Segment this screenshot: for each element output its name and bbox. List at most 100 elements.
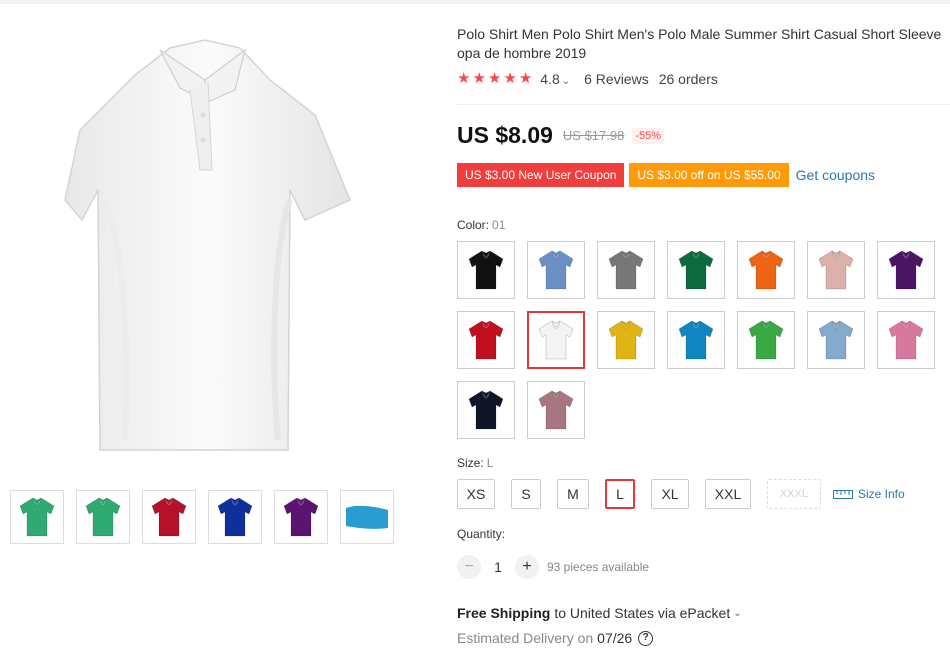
- navy-polo-swatch-icon: [468, 390, 504, 430]
- size-option-l[interactable]: L: [605, 479, 635, 509]
- ruler-icon: [833, 490, 853, 499]
- size-label: Size: L: [457, 456, 493, 470]
- color-option-15[interactable]: [457, 381, 515, 439]
- color-option-4[interactable]: [667, 241, 725, 299]
- free-shipping-label: Free Shipping: [457, 605, 551, 621]
- get-coupons-link[interactable]: Get coupons: [796, 167, 875, 183]
- pieces-available: 93 pieces available: [547, 560, 650, 574]
- shipping-destination: to United States via ePacket: [554, 605, 731, 621]
- black-polo-swatch-icon: [468, 250, 504, 290]
- current-price: US $8.09: [457, 122, 553, 148]
- color-option-11[interactable]: [667, 311, 725, 369]
- size-option-xl[interactable]: XL: [651, 479, 689, 509]
- purple-polo-shirt-icon: [283, 497, 319, 537]
- star-icon: ★: [487, 70, 502, 87]
- color-option-6[interactable]: [807, 241, 865, 299]
- color-option-16[interactable]: [527, 381, 585, 439]
- coupon-row: US $3.00 New User Coupon US $3.00 off on…: [457, 163, 875, 187]
- size-option-xs[interactable]: XS: [457, 479, 495, 509]
- thumbnail-4[interactable]: [208, 490, 262, 544]
- size-selected-value: L: [486, 456, 494, 470]
- white-polo-shirt-icon: [64, 39, 351, 451]
- color-option-9[interactable]: [527, 311, 585, 369]
- divider: [457, 104, 950, 105]
- chevron-down-icon: ⌄: [733, 607, 742, 619]
- quantity-increase-button[interactable]: +: [515, 555, 539, 579]
- thumbnail-strip: [10, 490, 394, 544]
- rating-row: ★ ★ ★ ★ ★ 4.8 ⌄ 6 Reviews 26 orders: [457, 71, 718, 88]
- rose-polo-swatch-icon: [888, 320, 924, 360]
- red-polo-shirt-icon: [151, 497, 187, 537]
- green-polo-swatch-icon: [748, 320, 784, 360]
- thumbnail-5[interactable]: [274, 490, 328, 544]
- light-blue-polo-swatch-icon: [538, 250, 574, 290]
- quantity-decrease-button[interactable]: −: [457, 555, 481, 579]
- color-option-13[interactable]: [807, 311, 865, 369]
- new-user-coupon[interactable]: US $3.00 New User Coupon: [457, 163, 625, 187]
- color-option-5[interactable]: [737, 241, 795, 299]
- color-option-7[interactable]: [877, 241, 935, 299]
- product-info-panel: Polo Shirt Men Polo Shirt Men's Polo Mal…: [457, 0, 950, 670]
- reviews-link[interactable]: 6 Reviews: [584, 71, 649, 87]
- sky-blue-polo-swatch-icon: [678, 320, 714, 360]
- help-icon[interactable]: ?: [638, 630, 654, 646]
- size-info-link[interactable]: Size Info: [833, 487, 905, 501]
- orders-count: 26 orders: [658, 71, 718, 87]
- blue-polo-shirt-icon: [217, 497, 253, 537]
- color-option-10[interactable]: [597, 311, 655, 369]
- green-polo-model-back-icon: [85, 497, 121, 537]
- discount-badge: -55%: [632, 127, 665, 144]
- rating-value[interactable]: 4.8 ⌄: [540, 71, 570, 87]
- color-option-3[interactable]: [597, 241, 655, 299]
- gray-polo-swatch-icon: [608, 250, 644, 290]
- color-label-text: Color:: [457, 218, 490, 232]
- star-icon: ★: [518, 70, 533, 87]
- size-info-text: Size Info: [858, 487, 905, 501]
- thumbnail-6[interactable]: [340, 490, 394, 544]
- thumbnail-3[interactable]: [142, 490, 196, 544]
- size-option-xxxl: XXXL: [767, 479, 821, 509]
- thumbnail-2[interactable]: [76, 490, 130, 544]
- color-option-2[interactable]: [527, 241, 585, 299]
- yellow-polo-swatch-icon: [608, 320, 644, 360]
- quantity-label: Quantity:: [457, 527, 506, 541]
- color-option-1[interactable]: [457, 241, 515, 299]
- price-row: US $8.09 US $17.98 -55%: [457, 122, 665, 149]
- rating-stars: ★ ★ ★ ★ ★: [457, 71, 532, 87]
- product-title: Polo Shirt Men Polo Shirt Men's Polo Mal…: [457, 25, 950, 65]
- product-title-line1: Polo Shirt Men Polo Shirt Men's Polo Mal…: [457, 26, 942, 42]
- star-icon: ★: [503, 70, 517, 87]
- shipping-info[interactable]: Free Shipping to United States via ePack…: [457, 605, 742, 621]
- quantity-value[interactable]: 1: [481, 559, 515, 575]
- estimated-delivery: Estimated Delivery on 07/26 ?: [457, 630, 654, 646]
- estimated-delivery-date: 07/26: [597, 630, 633, 646]
- color-options: [457, 241, 935, 439]
- red-polo-swatch-icon: [468, 320, 504, 360]
- color-option-12[interactable]: [737, 311, 795, 369]
- size-option-xxl[interactable]: XXL: [705, 479, 751, 509]
- estimated-delivery-label: Estimated Delivery on: [457, 630, 594, 646]
- product-title-line2: opa de hombre 2019: [457, 45, 587, 61]
- white-polo-swatch-icon: [538, 320, 574, 360]
- size-option-m[interactable]: M: [557, 479, 589, 509]
- color-label: Color: 01: [457, 218, 505, 232]
- mauve-polo-swatch-icon: [538, 390, 574, 430]
- size-label-text: Size:: [457, 456, 484, 470]
- pink-beige-polo-swatch-icon: [818, 250, 854, 290]
- size-options: XS S M L XL XXL XXXL Size Info: [457, 479, 905, 509]
- chevron-down-icon: ⌄: [561, 76, 571, 87]
- store-coupon[interactable]: US $3.00 off on US $55.00: [629, 163, 789, 187]
- color-option-14[interactable]: [877, 311, 935, 369]
- pale-blue-polo-swatch-icon: [818, 320, 854, 360]
- green-polo-model-front-icon: [19, 497, 55, 537]
- orange-polo-swatch-icon: [748, 250, 784, 290]
- color-option-8[interactable]: [457, 311, 515, 369]
- size-option-s[interactable]: S: [511, 479, 541, 509]
- color-selected-value: 01: [492, 218, 506, 232]
- main-product-image[interactable]: [40, 20, 370, 470]
- star-icon: ★: [472, 70, 486, 87]
- dark-green-polo-swatch-icon: [678, 250, 714, 290]
- purple-polo-swatch-icon: [888, 250, 924, 290]
- thumbnail-1[interactable]: [10, 490, 64, 544]
- original-price: US $17.98: [562, 128, 625, 143]
